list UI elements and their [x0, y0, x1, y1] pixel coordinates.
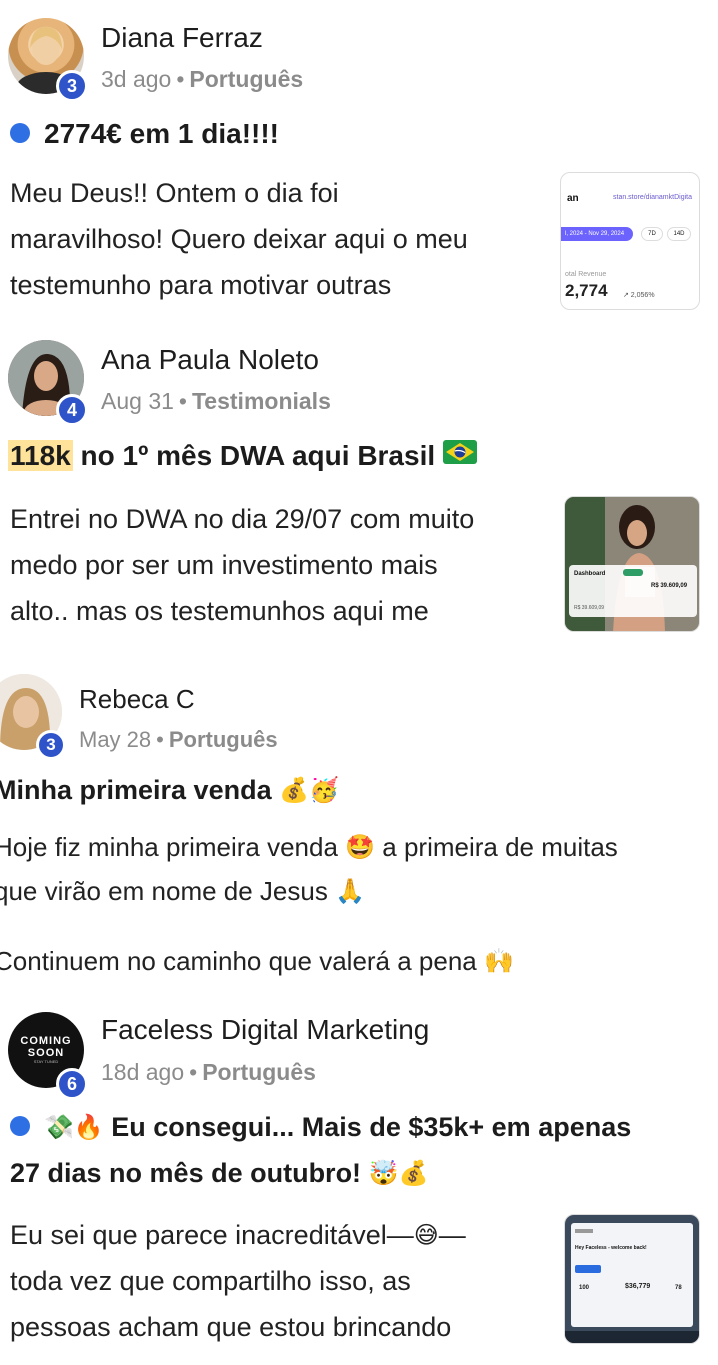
- post-body-line: que virão em nome de Jesus 🙏: [0, 876, 365, 906]
- unread-dot-icon: [10, 122, 30, 143]
- post-meta: 3d ago • Português: [101, 66, 304, 92]
- post-meta: May 28 • Português: [79, 727, 278, 752]
- avatar-text: STAY TUNED: [33, 1059, 59, 1064]
- level-badge: 3: [56, 70, 88, 102]
- author-name[interactable]: Ana Paula Noleto: [101, 344, 319, 376]
- thumb-welcome-title: Hey Faceless - welcome back!: [575, 1245, 647, 1251]
- post-category[interactable]: Testimonials: [192, 388, 331, 414]
- thumb-stat: $36,779: [625, 1283, 651, 1290]
- avatar-text: SOON: [27, 1047, 65, 1059]
- post-category[interactable]: Português: [202, 1059, 316, 1085]
- raising-hands-icon: 🙌: [484, 947, 514, 976]
- post-body-line: Eu sei que parece inacreditável—😅—: [10, 1220, 466, 1250]
- post-title[interactable]: Minha primeira venda 💰🥳: [0, 775, 339, 806]
- avatar[interactable]: 4: [8, 340, 88, 426]
- highlight-amount: 118k: [8, 440, 73, 471]
- post-meta: Aug 31 • Testimonials: [101, 388, 331, 414]
- avatar[interactable]: COMING SOON STAY TUNED 6: [8, 1012, 88, 1100]
- money-bag-party-icon: 💰🥳: [279, 775, 339, 804]
- avatar[interactable]: 3: [8, 18, 88, 102]
- thumb-amount: R$ 39.609,09: [651, 583, 688, 589]
- post-thumbnail[interactable]: an stan.store/dianamktDigita l, 2024 - N…: [560, 172, 700, 310]
- post-time: May 28: [79, 727, 152, 752]
- post-body-line: Meu Deus!! Ontem o dia foi: [10, 178, 339, 208]
- thumb-revenue-delta: ↗ 2,056%: [623, 292, 655, 299]
- thumb-dashboard-title: Dashboard: [574, 571, 606, 577]
- thumb-stat: 78: [675, 1285, 682, 1291]
- post-body-line: toda vez que compartilho isso, as: [10, 1266, 411, 1296]
- post-category[interactable]: Português: [169, 727, 278, 752]
- post-title[interactable]: 118k no 1º mês DWA aqui Brasil: [8, 439, 477, 474]
- post-meta: 18d ago • Português: [101, 1059, 316, 1085]
- post-ana-paula-noleto[interactable]: 4 Ana Paula Noleto Aug 31 • Testimonials 1…: [0, 320, 718, 650]
- thumb-url: stan.store/dianamktDigita: [613, 194, 692, 201]
- avatar[interactable]: 3: [0, 674, 66, 760]
- post-body-line: Hoje fiz minha primeira venda 🤩 a primei…: [0, 832, 618, 862]
- post-thumbnail[interactable]: Dashboard R$ 39.609,09 R$ 39.609,09: [564, 496, 700, 632]
- post-body-line: medo por ser um investimento mais: [10, 550, 438, 580]
- post-title-line-2[interactable]: 27 dias no mês de outubro! 🤯💰: [10, 1158, 428, 1189]
- post-title[interactable]: 💸🔥 Eu consegui... Mais de $35k+ em apena…: [10, 1112, 631, 1143]
- post-time: Aug 31: [101, 388, 174, 414]
- post-body-line: Entrei no DWA no dia 29/07 com muito: [10, 504, 475, 534]
- post-body-line: testemunho para motivar outras: [10, 270, 392, 300]
- author-name[interactable]: Diana Ferraz: [101, 22, 263, 54]
- post-time: 3d ago: [101, 66, 172, 92]
- post-body-line: alto.. mas os testemunhos aqui me: [10, 596, 429, 626]
- post-time: 18d ago: [101, 1059, 185, 1085]
- thumb-revenue-value: 2,774: [565, 281, 608, 300]
- post-body-line: Continuem no caminho que valerá a pena 🙌: [0, 946, 514, 976]
- post-rebeca-c[interactable]: 3 Rebeca C May 28 • Português Minha primei…: [0, 650, 718, 990]
- grinning-sweat-icon: 😅: [413, 1220, 439, 1249]
- thumb-7d: 7D: [641, 227, 663, 241]
- post-faceless-digital-marketing[interactable]: COMING SOON STAY TUNED 6 Faceless Digita…: [0, 990, 718, 1365]
- level-badge: 4: [56, 394, 88, 426]
- thumb-14d: 14D: [667, 227, 691, 241]
- star-struck-icon: 🤩: [345, 833, 376, 862]
- thumb-date-range: l, 2024 - Nov 29, 2024: [561, 227, 633, 241]
- post-body-line: maravilhoso! Quero deixar aqui o meu: [10, 224, 468, 254]
- thumb-stat: 100: [579, 1285, 590, 1291]
- post-title[interactable]: 2774€ em 1 dia!!!!: [10, 118, 279, 150]
- thumb-amount-2: R$ 39.609,09: [574, 605, 605, 611]
- thumb-brand: an: [567, 193, 579, 204]
- post-thumbnail[interactable]: Hey Faceless - welcome back! 100 $36,779…: [564, 1214, 700, 1344]
- praying-hands-icon: 🙏: [335, 877, 365, 906]
- author-name[interactable]: Faceless Digital Marketing: [101, 1014, 429, 1046]
- post-body-line: pessoas acham que estou brincando: [10, 1312, 452, 1342]
- money-fire-icon: 💸🔥: [44, 1112, 104, 1141]
- brazil-flag-icon: [442, 439, 477, 471]
- avatar-text: COMING: [20, 1035, 72, 1047]
- post-diana-ferraz[interactable]: 3 Diana Ferraz 3d ago • Português 2774€ em…: [0, 0, 718, 320]
- thumb-revenue-label: otal Revenue: [565, 271, 607, 278]
- level-badge: 6: [56, 1068, 88, 1100]
- mind-blown-money-icon: 🤯💰: [368, 1158, 429, 1187]
- post-category[interactable]: Português: [189, 66, 303, 92]
- author-name[interactable]: Rebeca C: [79, 684, 195, 715]
- unread-dot-icon: [10, 1115, 30, 1136]
- level-badge: 3: [36, 730, 66, 760]
